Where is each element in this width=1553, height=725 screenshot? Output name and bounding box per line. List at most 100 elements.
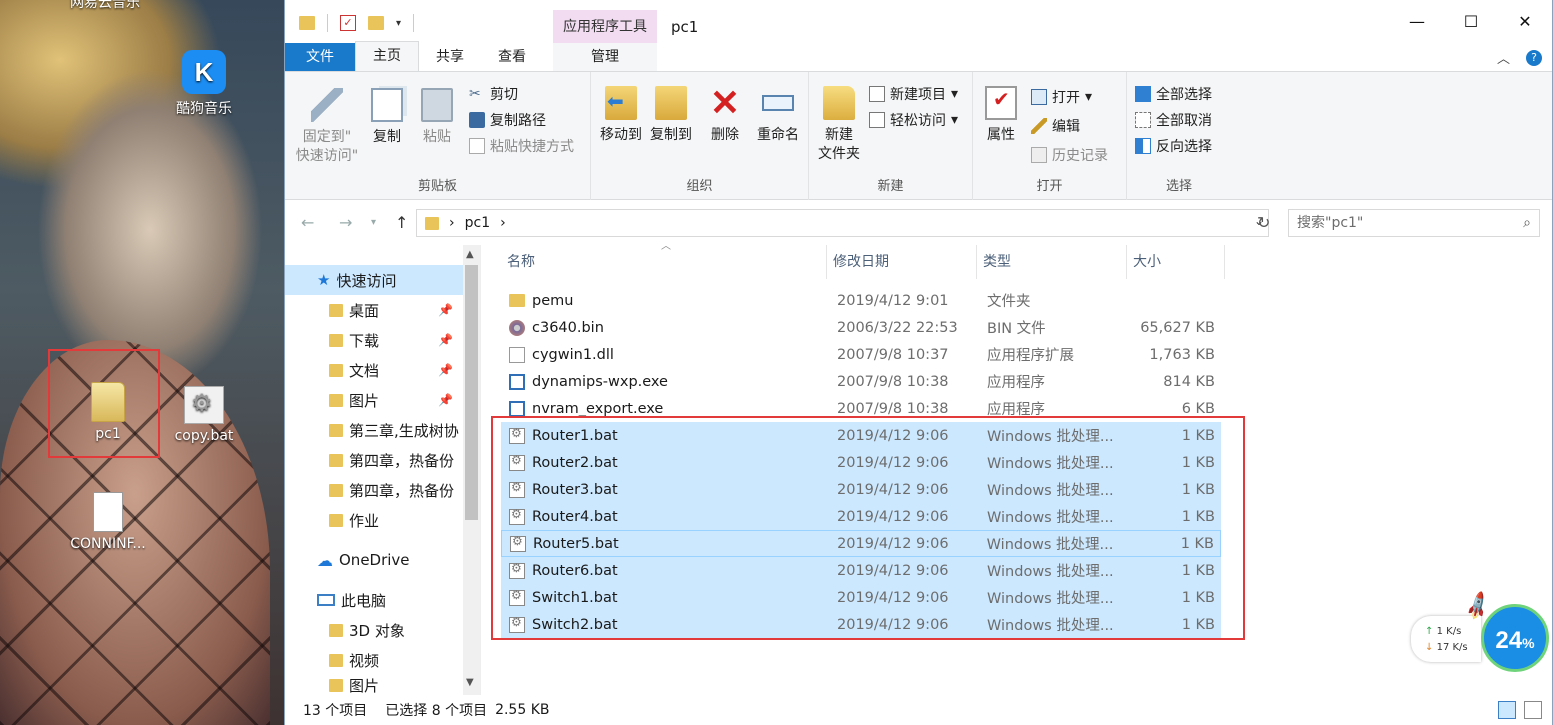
nav-item-this-pc[interactable]: 此电脑 xyxy=(285,585,463,615)
nav-item-pictures[interactable]: 图片 xyxy=(285,675,463,695)
desktop-icon-label: 酷狗音乐 xyxy=(176,101,232,117)
tab-manage[interactable]: 管理 xyxy=(553,43,657,71)
refresh-icon[interactable]: ↻ xyxy=(1257,213,1270,232)
tab-view[interactable]: 查看 xyxy=(481,43,543,71)
nav-item-videos[interactable]: 视频 xyxy=(285,645,463,675)
details-view-icon[interactable] xyxy=(1498,701,1516,719)
file-row[interactable]: cygwin1.dll 2007/9/8 10:37 应用程序扩展 1,763 KB xyxy=(501,341,1221,368)
search-icon[interactable]: ⌕ xyxy=(1523,210,1531,236)
nav-item-desktop[interactable]: 桌面 📌 xyxy=(285,295,463,325)
copy-to-button[interactable]: 复制到 xyxy=(647,86,695,145)
ribbon-group-label: 剪贴板 xyxy=(417,179,457,194)
copy-path-button[interactable]: 复制路径 xyxy=(469,109,546,131)
speed-unit: K/s xyxy=(1446,626,1462,637)
nav-item-documents[interactable]: 文档 📌 xyxy=(285,355,463,385)
file-name: nvram_export.exe xyxy=(501,400,831,417)
pin-icon[interactable]: 📌 xyxy=(438,363,453,377)
paste-button[interactable]: 粘贴 xyxy=(415,88,459,147)
history-button[interactable]: 历史记录 xyxy=(1031,144,1108,166)
title-bar[interactable]: ✓ ▾ 应用程序工具 pc1 — ☐ ✕ xyxy=(285,0,1552,44)
properties-button[interactable]: 属性 xyxy=(981,86,1021,145)
select-none-button[interactable]: 全部取消 xyxy=(1135,109,1212,131)
column-header-size[interactable]: 大小 xyxy=(1127,245,1225,279)
ribbon-group-label: 新建 xyxy=(877,179,904,194)
help-icon[interactable]: ? xyxy=(1526,49,1542,66)
pin-to-quick-access-button[interactable]: 固定到" 快速访问" xyxy=(293,88,361,166)
breadcrumb-separator-icon[interactable]: › xyxy=(500,215,506,231)
file-row[interactable]: c3640.bin 2006/3/22 22:53 BIN 文件 65,627 KB xyxy=(501,314,1221,341)
button-label: 剪切 xyxy=(490,87,518,103)
tab-file[interactable]: 文件 xyxy=(285,43,355,71)
file-row[interactable]: pemu 2019/4/12 9:01 文件夹 xyxy=(501,287,1221,314)
pin-icon[interactable]: 📌 xyxy=(438,333,453,347)
nav-item-quick-access[interactable]: ★ 快速访问 xyxy=(285,265,463,295)
nav-item-pictures[interactable]: 图片 📌 xyxy=(285,385,463,415)
select-all-button[interactable]: 全部选择 xyxy=(1135,83,1212,105)
rename-button[interactable]: 重命名 xyxy=(753,86,803,145)
breadcrumb-pc1[interactable]: pc1 xyxy=(465,215,491,231)
context-tab-group-label: 应用程序工具 xyxy=(553,10,657,44)
tab-home[interactable]: 主页 xyxy=(355,41,419,71)
nav-item-downloads[interactable]: 下载 📌 xyxy=(285,325,463,355)
status-bar: 13 个项目 已选择 8 个项目 2.55 KB xyxy=(285,695,1552,725)
large-icons-view-icon[interactable] xyxy=(1524,701,1542,719)
up-arrow-icon[interactable]: ↑ xyxy=(395,213,408,232)
desktop-icon-kugou[interactable]: K 酷狗音乐 xyxy=(154,50,254,118)
pin-icon[interactable]: 📌 xyxy=(438,393,453,407)
recent-locations-chevron-icon[interactable]: ▾ xyxy=(371,217,376,228)
nav-item-folder[interactable]: 第三章,生成树协 xyxy=(285,415,463,445)
edit-button[interactable]: 编辑 xyxy=(1031,115,1080,137)
column-header-name[interactable]: 名称 xyxy=(501,245,827,279)
nav-item-label: OneDrive xyxy=(339,551,410,569)
nav-item-folder[interactable]: 第四章，热备份 xyxy=(285,445,463,475)
delete-button[interactable]: ✕ 删除 xyxy=(705,85,745,145)
memory-usage-gauge[interactable]: 24% xyxy=(1481,604,1549,672)
scroll-up-icon[interactable]: ▲ xyxy=(466,249,474,260)
address-bar[interactable]: › pc1 › ⌄ xyxy=(416,209,1269,237)
minimize-button[interactable]: — xyxy=(1390,0,1444,44)
close-button[interactable]: ✕ xyxy=(1498,0,1552,44)
search-input[interactable]: 搜索"pc1" ⌕ xyxy=(1288,209,1540,237)
chevron-down-icon[interactable]: ▾ xyxy=(396,18,401,29)
nav-item-onedrive[interactable]: ☁ OneDrive xyxy=(285,545,463,575)
desktop-icon-copy-bat[interactable]: copy.bat xyxy=(154,386,254,444)
navigation-pane: ★ 快速访问 桌面 📌 下载 📌 文档 📌 图片 📌 第三章,生成树协 第四章，… xyxy=(285,245,481,695)
column-header-type[interactable]: 类型 xyxy=(977,245,1127,279)
pin-icon[interactable]: 📌 xyxy=(438,303,453,317)
button-label: 新建项目 xyxy=(890,87,946,103)
new-item-button[interactable]: 新建项目 ▾ xyxy=(869,83,958,105)
button-label: 删除 xyxy=(711,127,739,143)
button-label: 轻松访问 xyxy=(890,113,946,129)
maximize-button[interactable]: ☐ xyxy=(1444,0,1498,44)
network-speed-widget[interactable]: ↑ 1 K/s ↓ 17 K/s xyxy=(1411,616,1481,662)
cut-button[interactable]: ✂ 剪切 xyxy=(469,83,518,105)
invert-selection-button[interactable]: 反向选择 xyxy=(1135,135,1212,157)
properties-icon[interactable]: ✓ xyxy=(340,15,356,31)
forward-arrow-icon[interactable]: → xyxy=(339,213,352,232)
open-button[interactable]: 打开 ▾ xyxy=(1031,86,1092,108)
scroll-down-icon[interactable]: ▼ xyxy=(466,677,474,688)
new-folder-button[interactable]: 新建 文件夹 xyxy=(815,86,863,164)
breadcrumb-separator-icon[interactable]: › xyxy=(449,215,455,231)
collapse-ribbon-icon[interactable]: ︿ xyxy=(1497,48,1510,67)
nav-item-folder[interactable]: 作业 xyxy=(285,505,463,535)
open-icon xyxy=(1031,89,1047,105)
document-icon xyxy=(93,492,123,532)
move-to-button[interactable]: 移动到 xyxy=(597,86,645,145)
file-row[interactable]: dynamips-wxp.exe 2007/9/8 10:38 应用程序 814 KB xyxy=(501,368,1221,395)
easy-access-button[interactable]: 轻松访问 ▾ xyxy=(869,109,958,131)
scrollbar-thumb[interactable] xyxy=(465,265,478,520)
nav-scrollbar[interactable]: ▲ ▼ xyxy=(463,245,480,695)
status-selected-size: 2.55 KB xyxy=(495,702,550,718)
desktop-icon-conninf[interactable]: CONNINF... xyxy=(58,492,158,552)
new-folder-icon[interactable] xyxy=(368,16,384,30)
folder-icon[interactable] xyxy=(299,16,315,30)
nav-item-3d-objects[interactable]: 3D 对象 xyxy=(285,615,463,645)
back-arrow-icon[interactable]: ← xyxy=(301,213,314,232)
paste-shortcut-button[interactable]: 粘贴快捷方式 xyxy=(469,135,574,157)
copy-button[interactable]: 复制 xyxy=(365,88,409,147)
tab-share[interactable]: 共享 xyxy=(419,43,481,71)
file-name: pemu xyxy=(501,293,831,309)
nav-item-folder[interactable]: 第四章，热备份 xyxy=(285,475,463,505)
column-header-date[interactable]: 修改日期 xyxy=(827,245,977,279)
